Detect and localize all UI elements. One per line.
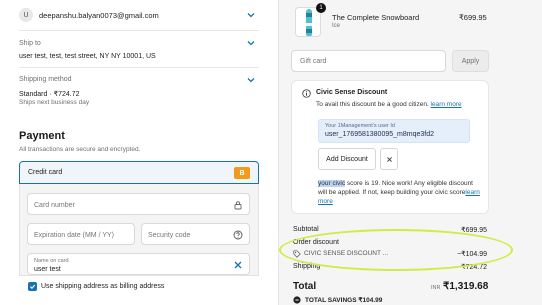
checkout-form: U deepanshu.balyan0073@gmail.com Ship to… bbox=[0, 0, 278, 305]
civic-desc-text: To avail this discount be a good citizen… bbox=[316, 101, 431, 108]
card-number-input[interactable]: Card number bbox=[27, 193, 250, 215]
divider bbox=[19, 67, 259, 68]
chevron-down-icon[interactable] bbox=[246, 38, 256, 48]
expiration-placeholder: Expiration date (MM / YY) bbox=[34, 232, 115, 239]
help-circle-icon[interactable] bbox=[233, 230, 243, 240]
learn-more-link[interactable]: learn more bbox=[431, 101, 462, 108]
lock-icon bbox=[234, 201, 242, 210]
name-on-card-label: Name on card bbox=[34, 258, 69, 264]
total-value: ₹1,319.68 bbox=[443, 281, 489, 292]
savings-label: TOTAL SAVINGS bbox=[305, 296, 357, 304]
gift-card-placeholder: Gift card bbox=[300, 58, 327, 65]
total-savings: TOTAL SAVINGS ₹104.99 bbox=[293, 296, 382, 304]
quantity-badge: 1 bbox=[316, 3, 326, 13]
payment-subtitle: All transactions are secure and encrypte… bbox=[19, 146, 141, 153]
card-brand-badge: B bbox=[234, 167, 250, 179]
savings-tag-icon bbox=[293, 296, 301, 304]
subtotal-row: Subtotal ₹699.95 bbox=[293, 226, 487, 234]
discount-value: −₹104.99 bbox=[457, 251, 487, 258]
name-on-card-value: user test bbox=[34, 266, 61, 273]
savings-value: ₹104.99 bbox=[358, 297, 383, 304]
clear-icon[interactable] bbox=[233, 260, 243, 270]
subtotal-label: Subtotal bbox=[293, 226, 319, 233]
discount-code: CIVIC SENSE DISCOUNT ... bbox=[304, 250, 389, 257]
order-summary: 1 The Complete Snowboard Ice ₹699.95 Gif… bbox=[278, 0, 542, 305]
order-discount-label: Order discount bbox=[293, 239, 339, 246]
total-label: Total bbox=[293, 281, 317, 292]
contact-email: deepanshu.balyan0073@gmail.com bbox=[39, 10, 159, 20]
civic-score-text: your civic score is 19. Nice work! Any e… bbox=[318, 179, 483, 206]
shipping-method-value: Standard · ₹724.72 bbox=[19, 91, 80, 98]
chevron-down-icon[interactable] bbox=[246, 10, 256, 20]
add-discount-button[interactable]: Add Discount bbox=[318, 148, 376, 170]
apply-button[interactable]: Apply bbox=[452, 50, 489, 72]
ship-to-address: user test, test, test street, NY NY 1000… bbox=[19, 53, 156, 60]
billing-same-as-shipping[interactable]: Use shipping address as billing address bbox=[28, 282, 164, 291]
discount-code-row: CIVIC SENSE DISCOUNT ... −₹104.99 bbox=[293, 249, 487, 259]
close-icon bbox=[386, 156, 392, 162]
user-id-box: Your 1Management's user Id user_17695813… bbox=[318, 119, 470, 143]
chevron-down-icon[interactable] bbox=[246, 75, 256, 85]
shipping-row: Shipping ₹724.72 bbox=[293, 263, 487, 271]
divider bbox=[19, 30, 259, 31]
card-number-placeholder: Card number bbox=[34, 202, 75, 209]
contact-row: U deepanshu.balyan0073@gmail.com bbox=[19, 8, 159, 22]
gift-card-input[interactable]: Gift card bbox=[291, 50, 446, 72]
shipping-method-label: Shipping method bbox=[19, 76, 72, 83]
security-code-placeholder: Security code bbox=[148, 232, 191, 239]
shipping-value: ₹724.72 bbox=[461, 264, 487, 271]
snowboard-image-icon bbox=[306, 9, 312, 36]
credit-card-option[interactable]: Credit card B bbox=[19, 161, 259, 184]
product-name: The Complete Snowboard bbox=[332, 13, 420, 22]
civic-discount-description: To avail this discount be a good citizen… bbox=[316, 101, 462, 108]
subtotal-value: ₹699.95 bbox=[461, 227, 487, 234]
product-variant: Ice bbox=[332, 23, 341, 29]
shipping-method-sub: Ships next business day bbox=[19, 99, 90, 106]
name-on-card-input[interactable]: Name on card user test bbox=[27, 253, 250, 275]
tag-icon bbox=[293, 250, 301, 258]
user-avatar: U bbox=[19, 8, 33, 22]
security-code-input[interactable]: Security code bbox=[141, 223, 250, 245]
billing-checkbox-label: Use shipping address as billing address bbox=[41, 283, 165, 290]
total-currency: INR bbox=[431, 285, 441, 291]
user-id-label: Your 1Management's user Id bbox=[325, 123, 395, 129]
civic-discount-card: Civic Sense Discount To avail this disco… bbox=[291, 80, 489, 214]
shipping-label: Shipping bbox=[293, 263, 321, 270]
product-price: ₹699.95 bbox=[459, 13, 487, 22]
info-icon bbox=[302, 89, 311, 98]
order-discount-row: Order discount bbox=[293, 239, 487, 246]
ship-to-label: Ship to bbox=[19, 40, 41, 47]
user-id-value: user_1769581380095_m8mqe3fd2 bbox=[325, 131, 434, 138]
highlighted-text: your civic bbox=[318, 180, 346, 187]
credit-card-label: Credit card bbox=[28, 169, 63, 176]
civic-discount-title: Civic Sense Discount bbox=[316, 89, 388, 96]
checkbox-checked-icon[interactable] bbox=[28, 282, 37, 291]
expiration-date-input[interactable]: Expiration date (MM / YY) bbox=[27, 223, 135, 245]
payment-heading: Payment bbox=[19, 130, 65, 142]
close-button[interactable] bbox=[380, 148, 398, 170]
